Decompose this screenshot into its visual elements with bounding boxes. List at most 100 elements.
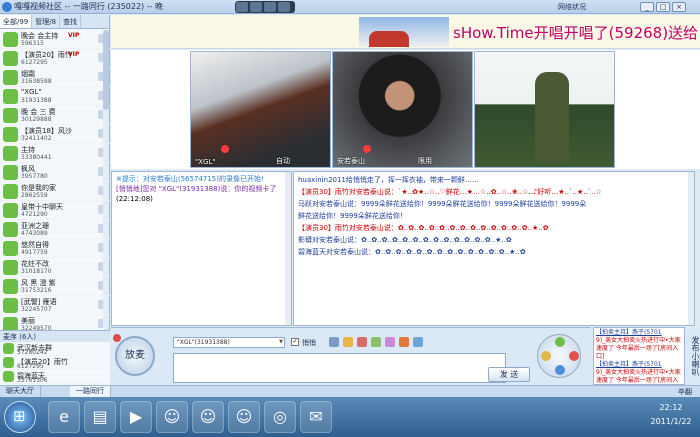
- frog-icon[interactable]: ☺: [228, 401, 260, 433]
- record-indicator-icon: [221, 145, 229, 153]
- video-extra-1: 自动: [276, 157, 290, 165]
- tool-icon[interactable]: [555, 365, 565, 375]
- user-list-item[interactable]: 枫风 3957780: [0, 163, 110, 182]
- avatar: [3, 298, 18, 313]
- user-list-item[interactable]: 主持 33380441: [0, 144, 110, 163]
- frog-icon[interactable]: ☺: [192, 401, 224, 433]
- user-list-item[interactable]: 烟霜 31638598: [0, 68, 110, 87]
- user-id: 33380441: [21, 154, 52, 161]
- browser-icon[interactable]: ◎: [264, 401, 296, 433]
- user-id: 30129888: [21, 116, 52, 123]
- user-id: 57280242: [17, 349, 48, 356]
- user-list-item[interactable]: 风 黑 澄 紫 31753216: [0, 277, 110, 296]
- start-button[interactable]: [4, 401, 36, 433]
- video-extra-2: 限用: [418, 157, 432, 165]
- video-slot-3[interactable]: [474, 51, 615, 168]
- user-list-item[interactable]: 晚 会 三 费 30129888: [0, 106, 110, 125]
- user-list-item[interactable]: 【演员20】雨竹 VIP 6127295: [0, 49, 110, 68]
- public-chat-scrollbar[interactable]: [688, 172, 694, 325]
- flower-icon[interactable]: [399, 337, 409, 347]
- mic-icon[interactable]: [264, 2, 276, 12]
- ad-line-2[interactable]: 9)_美女大拍卖火热进行中•大家速度了 今年最后一场了[房间入口]: [596, 369, 682, 384]
- mic-queue-header: 麦序 (6人): [0, 331, 110, 342]
- toolstrip[interactable]: [235, 1, 295, 13]
- folder-icon[interactable]: ▤: [84, 401, 116, 433]
- user-name: "XGL": [21, 88, 42, 96]
- clock[interactable]: 22:12 2011/1/22: [645, 401, 697, 433]
- ad-title-2[interactable]: 【拍卖主持】燕子(5701: [596, 361, 682, 369]
- user-list-item[interactable]: 【演员18】风沙 32411402: [0, 125, 110, 144]
- avatar: [3, 108, 18, 123]
- speaker-icon[interactable]: [250, 2, 262, 12]
- font-icon[interactable]: [329, 337, 339, 347]
- maximize-button[interactable]: □: [656, 2, 670, 12]
- tool-icon[interactable]: [541, 351, 551, 361]
- minimize-button[interactable]: _: [640, 2, 654, 12]
- close-button[interactable]: ×: [672, 2, 686, 12]
- avatar: [3, 146, 18, 161]
- ad-line-1[interactable]: 9)_美女大拍卖火热进行中•大家速度了 今年最后一场了[房间入口]: [596, 337, 682, 361]
- frog-icon[interactable]: ☺: [156, 401, 188, 433]
- avatar: [3, 32, 18, 47]
- user-list-item[interactable]: 亚洲之珊 4743089: [0, 220, 110, 239]
- user-tabs: 全部/99 管理/8 查找: [0, 15, 109, 29]
- banner-image: [359, 17, 449, 47]
- video-slot-2[interactable]: 安若泰山 限用: [332, 51, 473, 168]
- qq-icon[interactable]: ✉: [300, 401, 332, 433]
- user-list-item[interactable]: 美丽 32249570: [0, 315, 110, 330]
- speaker-tab[interactable]: 发布小喇叭: [686, 327, 700, 385]
- target-user-select[interactable]: "XGL"(31931388): [173, 337, 285, 348]
- chat-message: huaxinin2011给悄悄走了，挥一挥衣袖，带来一颗鲜……: [298, 176, 479, 184]
- user-list-item[interactable]: [武警] 雁语 32245707: [0, 296, 110, 315]
- tool-icon[interactable]: [569, 351, 579, 361]
- mic-queue-list: 武汉新去群 57280242 【演员20】雨竹 6127295 碧海蓝天 33761306: [0, 342, 110, 384]
- emoji-icon[interactable]: [343, 337, 353, 347]
- public-chat-panel[interactable]: huaxinin2011给悄悄走了，挥一挥衣袖，带来一颗鲜…… 【演员30】雨竹对…: [293, 171, 695, 326]
- image-icon[interactable]: [371, 337, 381, 347]
- user-list-item[interactable]: "XGL" 31931388: [0, 87, 110, 106]
- user-id: 6127295: [21, 59, 48, 66]
- video-slot-1[interactable]: "XGL" 自动: [190, 51, 331, 168]
- system-tray[interactable]: [545, 401, 645, 433]
- queue-item[interactable]: 【演员20】雨竹 6127295: [0, 356, 110, 370]
- user-list-scrollbar[interactable]: [103, 30, 109, 330]
- user-list-item[interactable]: 花炷不改 31018170: [0, 258, 110, 277]
- queue-item[interactable]: 武汉新去群 57280242: [0, 342, 110, 356]
- tab-all[interactable]: 全部/99: [0, 15, 33, 28]
- tab-admin[interactable]: 管理/8: [32, 15, 61, 28]
- release-mic-button[interactable]: 放麦: [115, 336, 155, 376]
- user-list-item[interactable]: 晚会 会主持 VIP 596315: [0, 30, 110, 49]
- ie-icon[interactable]: e: [48, 401, 80, 433]
- tab-search[interactable]: 查找: [60, 15, 82, 28]
- pager[interactable]: 卒翻: [678, 387, 692, 397]
- ad-title-1[interactable]: 【拍卖主持】燕子(5701: [596, 329, 682, 337]
- private-chat-scrollbar[interactable]: [285, 172, 291, 325]
- user-list-item[interactable]: 你是我的家 2862559: [0, 182, 110, 201]
- private-chat-panel[interactable]: ※提示：对安若泰山(56574715)的录像已开始! [悄悄地]您对 "XGL"…: [111, 171, 292, 326]
- gift-icon[interactable]: [357, 337, 367, 347]
- user-id: 596315: [21, 40, 44, 47]
- send-button[interactable]: 发 送: [488, 367, 530, 382]
- tab-room[interactable]: 一路同行: [70, 386, 111, 397]
- avatar: [3, 371, 14, 382]
- chat-input[interactable]: [173, 353, 506, 383]
- settings-icon[interactable]: [278, 2, 290, 12]
- app-logo-icon: [2, 2, 12, 12]
- tab-lobby[interactable]: 聊天大厅: [0, 386, 41, 397]
- avatar: [3, 184, 18, 199]
- user-list-item[interactable]: 悠然自得 4917759: [0, 239, 110, 258]
- whisper-checkbox[interactable]: ✓: [291, 338, 299, 346]
- scissors-icon[interactable]: [413, 337, 423, 347]
- media-icon[interactable]: ▶: [120, 401, 152, 433]
- avatar: [3, 127, 18, 142]
- clock-time: 22:12: [659, 403, 683, 412]
- chat-controls: 放麦 "XGL"(31931388) ✓ 悄悄 发 送: [111, 327, 591, 385]
- announcement-panel: 【拍卖主持】燕子(5701 9)_美女大拍卖火热进行中•大家速度了 今年最后一场…: [593, 327, 685, 385]
- tool-icon[interactable]: [555, 337, 565, 347]
- user-list-item[interactable]: 皇带十中聊天 4721290: [0, 201, 110, 220]
- title-bar: 嘎嘎视频社区 -- 一路同行 (235022) -- 晚 网络状况 _ □ ×: [0, 0, 700, 14]
- tools-wheel[interactable]: [537, 334, 581, 378]
- queue-item[interactable]: 碧海蓝天 33761306: [0, 370, 110, 384]
- action-icon[interactable]: [385, 337, 395, 347]
- camera-icon[interactable]: [236, 2, 248, 12]
